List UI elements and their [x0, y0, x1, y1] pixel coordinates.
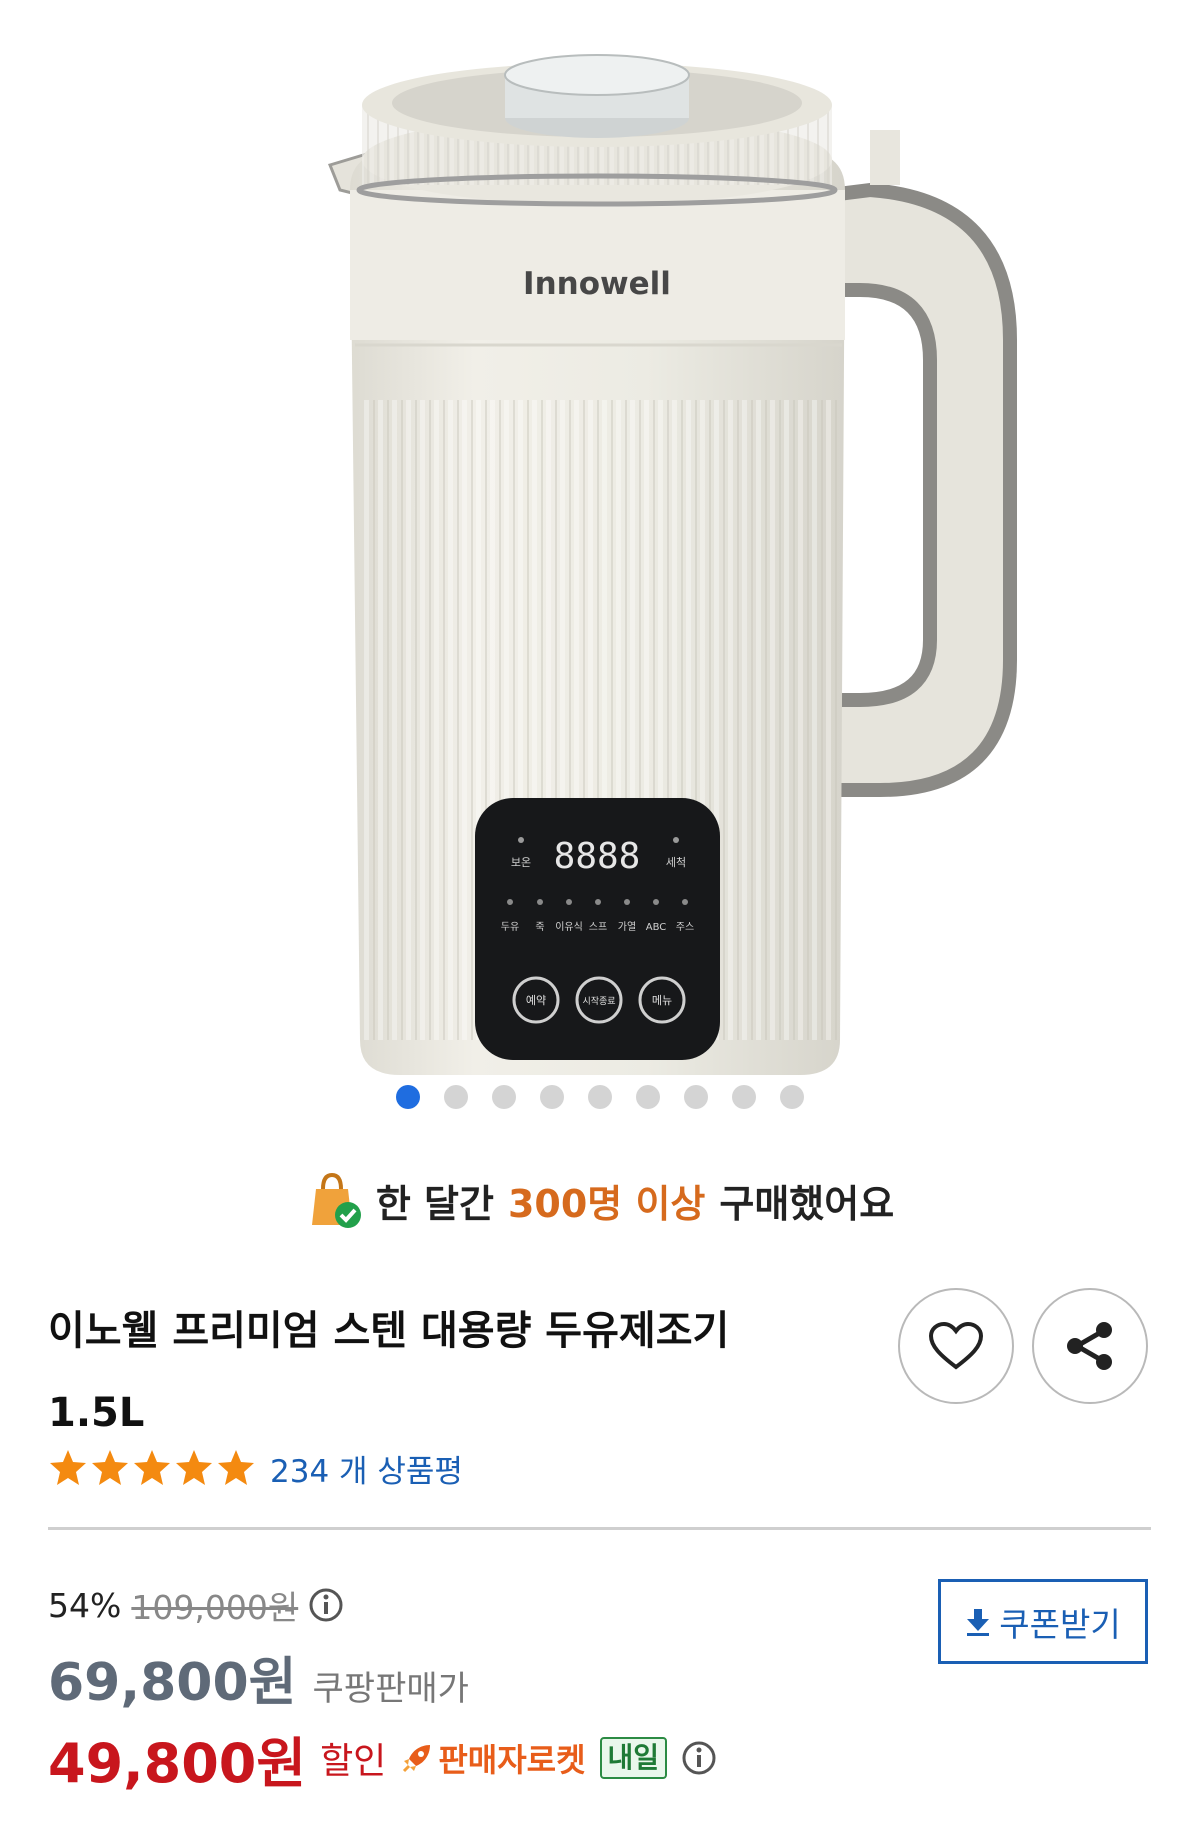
seller-rocket-label: 판매자로켓 [438, 1741, 586, 1779]
panel-label-clean: 세척 [666, 856, 686, 869]
panel-button-menu: 메뉴 [652, 994, 672, 1007]
purchase-count-prefix: 한 달간 [375, 1181, 494, 1226]
star-icon [176, 1450, 212, 1485]
panel-menu-juice: 주스 [676, 921, 694, 933]
gallery-dot[interactable] [780, 1085, 804, 1109]
gallery-dot[interactable] [732, 1085, 756, 1109]
gallery-dot[interactable] [684, 1085, 708, 1109]
gallery-dot[interactable] [588, 1085, 612, 1109]
panel-menu-abc: ABC [646, 922, 667, 933]
info-icon[interactable] [308, 1587, 344, 1623]
panel-label-keepwarm: 보온 [511, 856, 531, 869]
panel-menu-soymilk: 두유 [501, 921, 519, 933]
gallery-dot[interactable] [492, 1085, 516, 1109]
rating-row[interactable]: 234 개 상품평 [48, 1446, 463, 1490]
gallery-dot[interactable] [444, 1085, 468, 1109]
coupon-label: 쿠폰받기 [999, 1604, 1121, 1644]
product-title: 이노웰 프리미엄 스텐 대용량 두유제조기 1.5L [48, 1290, 868, 1454]
sale-label: 할인 [320, 1741, 387, 1782]
original-price: 109,000원 [131, 1588, 299, 1627]
sale-price-row: 49,800원 할인 판매자로켓 내일 [48, 1718, 717, 1798]
panel-menu-heat: 가열 [618, 921, 636, 933]
section-divider [48, 1527, 1151, 1530]
sale-price: 49,800원 [48, 1731, 307, 1795]
delivery-tomorrow-badge: 내일 [599, 1737, 668, 1779]
coupang-price: 69,800원 [48, 1653, 297, 1713]
panel-menu-porridge: 죽 [535, 921, 544, 933]
shopping-bag-check-icon [311, 1172, 361, 1228]
coupon-download-button[interactable]: 쿠폰받기 [938, 1579, 1148, 1664]
product-image-gallery[interactable]: Innowell 8888 보온 세척 두유 죽 이유식 스프 가열 ABC 주… [0, 0, 1200, 1150]
coupang-price-label: 쿠팡판매가 [312, 1669, 469, 1709]
gallery-pagination [0, 1085, 1200, 1109]
panel-menu-soup: 스프 [589, 921, 607, 933]
info-icon[interactable] [681, 1740, 717, 1776]
seller-rocket-badge: 판매자로켓 [400, 1735, 586, 1781]
discount-row: 54% 109,000원 [48, 1580, 344, 1630]
purchase-count-highlight: 300명 이상 [507, 1181, 706, 1226]
gallery-dot[interactable] [636, 1085, 660, 1109]
product-title-line1: 이노웰 프리미엄 스텐 대용량 두유제조기 [48, 1308, 730, 1354]
rocket-icon [403, 1745, 431, 1773]
purchase-count-banner: 한 달간 300명 이상 구매했어요 [0, 1170, 1200, 1230]
discount-rate: 54% [48, 1585, 122, 1625]
star-icon [134, 1450, 170, 1485]
product-title-line2: 1.5L [48, 1390, 145, 1436]
panel-menu-babyfood: 이유식 [555, 921, 583, 933]
download-icon [967, 1608, 990, 1636]
rating-stars [48, 1448, 256, 1488]
gallery-dot[interactable] [396, 1085, 420, 1109]
panel-button-startstop: 시작종료 [582, 996, 615, 1007]
brand-logo-text: Innowell [523, 266, 671, 302]
wishlist-button[interactable] [898, 1288, 1014, 1404]
share-icon [1067, 1322, 1112, 1370]
gallery-dot[interactable] [540, 1085, 564, 1109]
share-button[interactable] [1032, 1288, 1148, 1404]
panel-button-reserve: 예약 [526, 993, 546, 1007]
review-count-link[interactable]: 234 개 상품평 [270, 1446, 463, 1491]
panel-display-digits: 8888 [554, 836, 641, 877]
star-icon [218, 1450, 254, 1485]
star-icon [92, 1450, 128, 1485]
coupang-price-row: 69,800원 쿠팡판매가 [48, 1640, 469, 1713]
purchase-count-suffix: 구매했어요 [719, 1181, 895, 1226]
star-icon [50, 1450, 86, 1485]
heart-icon [928, 1321, 984, 1370]
soymilk-maker-image: Innowell 8888 보온 세척 두유 죽 이유식 스프 가열 ABC 주… [327, 54, 1017, 1075]
